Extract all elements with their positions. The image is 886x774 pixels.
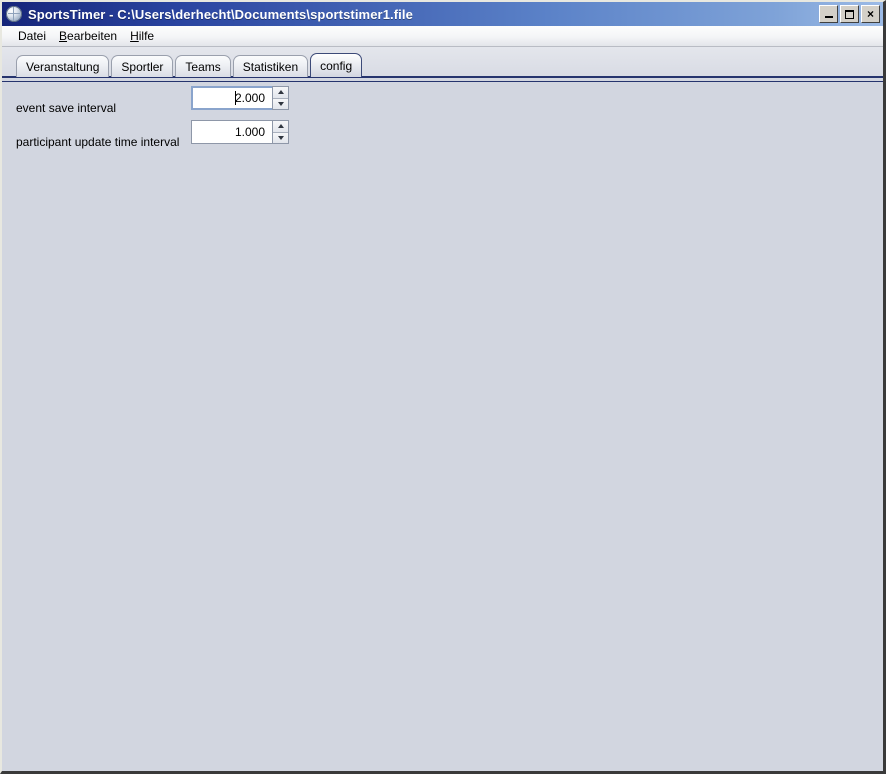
title-bar[interactable]: SportsTimer - C:\Users\derhecht\Document…: [2, 2, 883, 26]
tab-statistiken[interactable]: Statistiken: [232, 55, 309, 77]
event-save-interval-label: event save interval: [16, 101, 117, 115]
tab-config-label: config: [320, 58, 353, 73]
event-save-interval-input[interactable]: 2.000: [191, 86, 272, 110]
config-panel: event save interval participant update t…: [2, 82, 883, 771]
tab-sportler[interactable]: Sportler: [111, 55, 174, 77]
participant-update-interval-value: 1.000: [234, 125, 265, 139]
maximize-icon: [845, 9, 854, 19]
event-save-interval-increment-button[interactable]: [273, 87, 288, 99]
tab-sportler-label: Sportler: [121, 59, 164, 74]
tab-strip: Veranstaltung Sportler Teams Statistiken…: [16, 53, 883, 77]
menu-item-bearbeiten-label: earbeiten: [67, 28, 118, 43]
event-save-interval-spinner[interactable]: 2.000: [191, 86, 289, 110]
participant-update-interval-label: participant update time interval: [16, 135, 180, 149]
form-row-participant-update-interval: participant update time interval: [16, 128, 883, 156]
tab-teams[interactable]: Teams: [175, 55, 231, 77]
minimize-button[interactable]: [819, 5, 838, 23]
tab-veranstaltung[interactable]: Veranstaltung: [16, 55, 110, 77]
menu-item-datei-label: Datei: [18, 28, 47, 43]
menu-item-hilfe[interactable]: Hilfe: [124, 28, 161, 45]
decrement-arrow-icon: [277, 135, 284, 140]
close-icon: ×: [866, 7, 874, 21]
tab-strip-area: Veranstaltung Sportler Teams Statistiken…: [2, 47, 883, 77]
increment-arrow-icon: [277, 124, 284, 129]
tab-config[interactable]: config: [310, 53, 363, 77]
close-button[interactable]: ×: [861, 5, 880, 23]
menu-bar: Datei Bearbeiten Hilfe: [2, 26, 883, 47]
participant-update-interval-stepper: [272, 120, 289, 144]
form-row-event-save-interval: event save interval: [16, 94, 883, 122]
menu-item-bearbeiten[interactable]: Bearbeiten: [53, 28, 124, 45]
event-save-interval-stepper: [272, 86, 289, 110]
text-caret: [235, 91, 236, 105]
participant-update-interval-spinner[interactable]: 1.000: [191, 120, 289, 144]
participant-update-interval-input[interactable]: 1.000: [191, 120, 272, 144]
window-controls: ×: [819, 5, 880, 23]
increment-arrow-icon: [277, 90, 284, 95]
application-window: SportsTimer - C:\Users\derhecht\Document…: [0, 0, 886, 774]
menu-item-datei[interactable]: Datei: [12, 28, 53, 45]
participant-update-interval-decrement-button[interactable]: [273, 132, 288, 143]
tab-statistiken-label: Statistiken: [242, 59, 299, 74]
window-title: SportsTimer - C:\Users\derhecht\Document…: [28, 6, 413, 22]
globe-icon: [6, 6, 22, 22]
tab-veranstaltung-label: Veranstaltung: [26, 59, 100, 74]
tab-teams-label: Teams: [185, 59, 221, 74]
maximize-button[interactable]: [840, 5, 859, 23]
menu-item-hilfe-mnemonic: H: [130, 28, 139, 43]
event-save-interval-value: 2.000: [234, 91, 265, 105]
menu-item-bearbeiten-mnemonic: B: [59, 28, 68, 43]
menu-item-hilfe-label: ilfe: [138, 28, 155, 43]
participant-update-interval-increment-button[interactable]: [273, 121, 288, 133]
minimize-icon: [824, 16, 833, 18]
event-save-interval-decrement-button[interactable]: [273, 98, 288, 109]
decrement-arrow-icon: [277, 101, 284, 106]
